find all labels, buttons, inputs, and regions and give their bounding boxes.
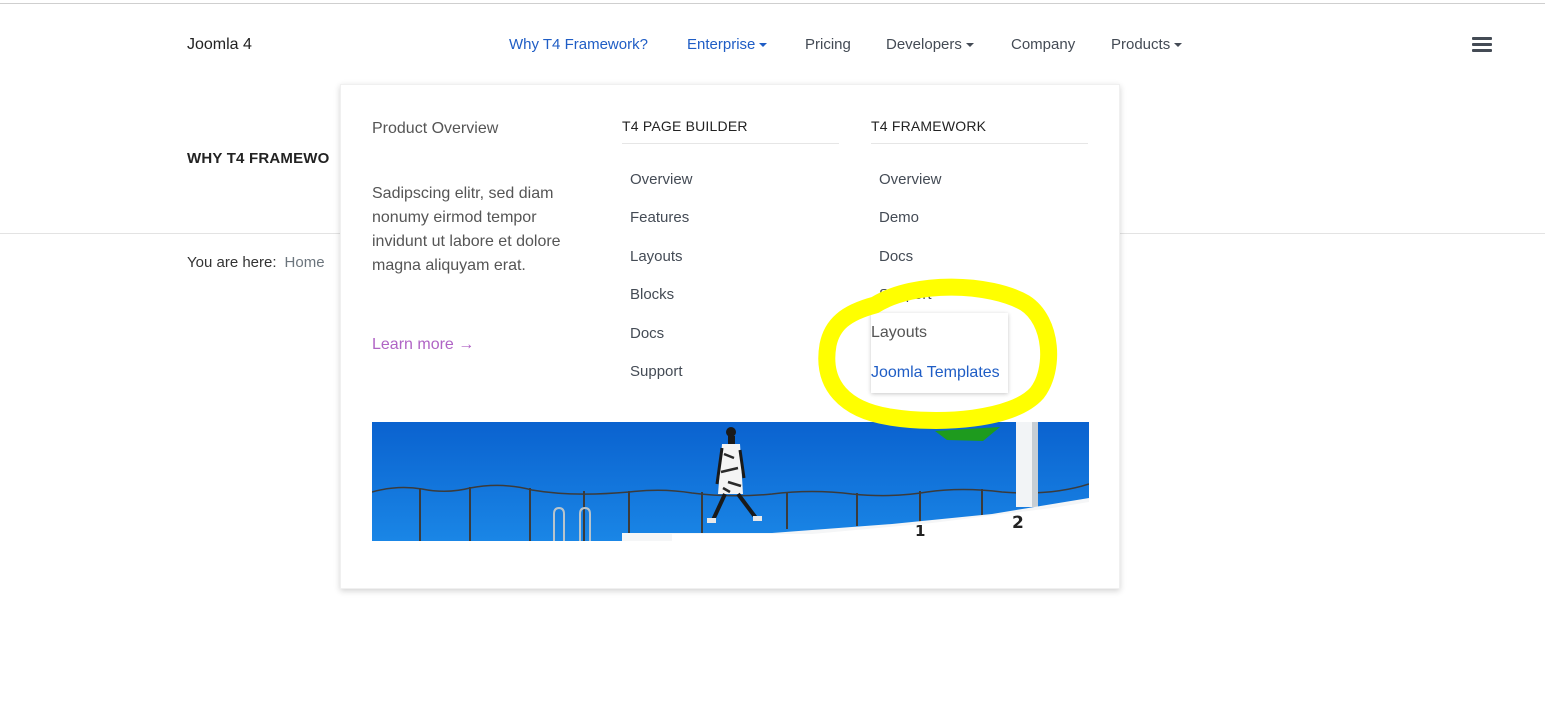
fw-overview-link[interactable]: Overview [879, 171, 942, 188]
fw-docs-link[interactable]: Docs [879, 248, 913, 265]
nav-pricing[interactable]: Pricing [805, 36, 851, 53]
support-submenu: Layouts Joomla Templates [871, 313, 1008, 393]
product-overview-text: Sadipscing elitr, sed diam nonumy eirmod… [372, 185, 561, 274]
fw-demo-link[interactable]: Demo [879, 209, 919, 226]
learn-more-link[interactable]: Learn more → [372, 336, 474, 354]
svg-text:1: 1 [915, 522, 925, 540]
nav-why-t4[interactable]: Why T4 Framework? [509, 36, 648, 53]
promo-photo-banner: 1 2 [372, 422, 1089, 541]
breadcrumb: You are here: Home [187, 254, 325, 271]
pb-docs-link[interactable]: Docs [630, 325, 664, 342]
top-border [0, 3, 1545, 4]
svg-text:2: 2 [1012, 513, 1024, 533]
nav-company[interactable]: Company [1011, 36, 1075, 53]
pb-overview-link[interactable]: Overview [630, 171, 693, 188]
fw-support-link[interactable]: Support [879, 286, 932, 303]
pb-layouts-link[interactable]: Layouts [630, 248, 683, 265]
main-navigation: Why T4 Framework? Enterprise Pricing Dev… [0, 36, 1545, 56]
page-builder-heading: T4 PAGE BUILDER [622, 118, 839, 144]
nav-products[interactable]: Products [1111, 36, 1183, 53]
pb-features-link[interactable]: Features [630, 209, 689, 226]
hamburger-icon[interactable] [1472, 37, 1492, 53]
framework-heading: T4 FRAMEWORK [871, 118, 1088, 144]
pb-support-link[interactable]: Support [630, 363, 683, 380]
product-overview-title: Product Overview [372, 120, 499, 137]
pb-blocks-link[interactable]: Blocks [630, 286, 674, 303]
breadcrumb-home-link[interactable]: Home [285, 254, 325, 271]
chevron-down-icon [759, 43, 768, 48]
nav-developers[interactable]: Developers [886, 36, 974, 53]
chevron-down-icon [1174, 43, 1183, 48]
submenu-layouts-link[interactable]: Layouts [871, 324, 927, 342]
page-title: WHY T4 FRAMEWO [187, 150, 330, 167]
nav-enterprise[interactable]: Enterprise [687, 36, 768, 53]
submenu-joomla-templates-link[interactable]: Joomla Templates [871, 364, 1000, 382]
enterprise-mega-menu: Product Overview Sadipscing elitr, sed d… [340, 84, 1120, 589]
chevron-down-icon [965, 43, 974, 48]
breadcrumb-label: You are here: [187, 254, 277, 271]
